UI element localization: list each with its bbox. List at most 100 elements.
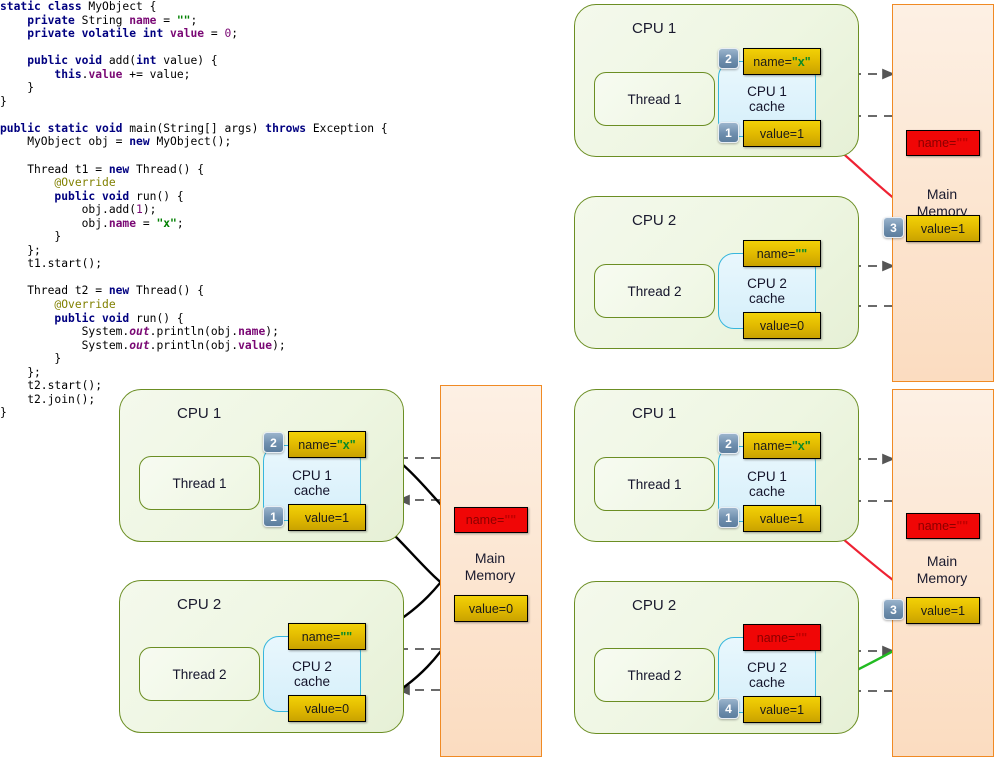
code-token: t2.start();: [0, 379, 103, 393]
diagram-top-right: CPU 1 Thread 1 CPU 1 cache name= "x" 2 va…: [570, 0, 1003, 382]
code-token: value: [170, 27, 205, 41]
memory-value-value: value=0: [454, 595, 528, 622]
cpu-label-2: CPU 2: [632, 597, 677, 614]
cache-label-line1: CPU 1: [292, 467, 332, 483]
code-line: }: [0, 352, 440, 366]
cache-label-line1: CPU 1: [747, 83, 787, 99]
code-token: main(String[] args): [129, 121, 266, 135]
code-line: private volatile int value = 0;: [0, 27, 440, 41]
step-badge-3: 3: [883, 599, 904, 620]
code-token: public void: [54, 189, 137, 203]
code-token: }: [0, 81, 35, 95]
cpu-label-1: CPU 1: [632, 405, 677, 422]
code-token: Thread t2 =: [0, 284, 109, 298]
memory-value-name: name= "": [906, 513, 980, 539]
cpu-label-1: CPU 1: [632, 20, 677, 37]
step-badge-2: 2: [718, 48, 739, 69]
code-token: += value;: [122, 67, 191, 81]
code-token: 1: [136, 203, 143, 217]
code-token: }: [0, 406, 7, 420]
code-token: public void: [54, 311, 137, 325]
cache-value-name-1: name= "x": [288, 431, 366, 458]
step-badge-1: 1: [718, 507, 739, 528]
code-token: @Override: [54, 298, 116, 312]
thread-box-2: Thread 2: [139, 647, 260, 701]
code-line: }: [0, 230, 440, 244]
code-line: };: [0, 244, 440, 258]
cache-label-line2: cache: [748, 484, 786, 499]
code-line: t1.start();: [0, 257, 440, 271]
code-token: }: [0, 94, 7, 108]
code-line: MyObject obj = new MyObject();: [0, 135, 440, 149]
code-token: name: [108, 216, 137, 230]
code-token: );: [142, 203, 157, 217]
code-token: value) {: [163, 54, 218, 68]
memory-value-value: value=1: [906, 215, 980, 242]
java-code-block: static class MyObject { private String n…: [0, 0, 440, 440]
code-line: System.out.println(obj.value);: [0, 339, 440, 353]
code-token: out: [129, 325, 150, 339]
code-line: @Override: [0, 298, 440, 312]
step-badge-4: 4: [718, 698, 739, 719]
cpu-label-1: CPU 1: [177, 405, 222, 422]
diagram-bottom-right: CPU 1 Thread 1 CPU 1 cache name= "x" 2 va…: [570, 385, 1003, 757]
code-token: Thread() {: [136, 284, 205, 298]
code-token: ;: [190, 13, 198, 27]
cache-value-value-2: value=0: [743, 312, 821, 339]
code-line: Thread t2 = new Thread() {: [0, 284, 440, 298]
code-token: );: [272, 338, 286, 352]
cache-label-line2: cache: [748, 291, 786, 306]
cache-value-name-2: name= "": [288, 623, 366, 650]
code-token: MyObject obj =: [0, 135, 130, 149]
cache-label-line1: CPU 2: [292, 658, 332, 674]
cache-value-value-1: value=1: [288, 504, 366, 531]
code-line: public static void main(String[] args) t…: [0, 122, 440, 136]
code-token: private volatile int: [27, 27, 171, 41]
code-line: this.value += value;: [0, 68, 440, 82]
main-memory-title: Main Memory: [464, 550, 516, 583]
cache-value-name-2: name= "": [743, 624, 821, 651]
code-token: obj.add(: [0, 203, 137, 217]
code-token: int: [136, 54, 164, 68]
step-badge-2: 2: [263, 432, 284, 453]
code-token: public static void: [0, 121, 130, 135]
code-token: Exception {: [312, 121, 388, 135]
code-token: new: [108, 162, 137, 176]
code-line: static class MyObject {: [0, 0, 440, 14]
code-token: MyObject {: [88, 0, 157, 13]
memory-value-name: name= "": [454, 507, 528, 533]
thread-box-2: Thread 2: [594, 264, 715, 318]
code-token: private: [27, 13, 82, 27]
code-token: new: [108, 284, 137, 298]
thread-box-1: Thread 1: [139, 456, 260, 510]
code-token: @Override: [54, 176, 116, 190]
code-token: Thread() {: [136, 162, 205, 176]
cpu-label-2: CPU 2: [177, 596, 222, 613]
code-token: throws: [265, 121, 313, 135]
cache-value-name-1: name= "x": [743, 432, 821, 459]
thread-box-1: Thread 1: [594, 72, 715, 126]
cache-label-line1: CPU 2: [747, 659, 787, 675]
code-token: static: [0, 0, 48, 13]
code-line: public void add(int value) {: [0, 54, 440, 68]
code-token: };: [0, 365, 41, 379]
code-line: obj.add(1);: [0, 203, 440, 217]
cache-label-line2: cache: [748, 99, 786, 114]
code-token: this: [54, 67, 82, 81]
code-token: name: [238, 325, 266, 339]
code-token: MyObject();: [156, 135, 232, 149]
cache-label-line2: cache: [293, 674, 331, 689]
code-token: }: [0, 352, 62, 366]
code-line: }: [0, 95, 440, 109]
code-token: run() {: [136, 189, 184, 203]
code-token: "x": [156, 216, 177, 230]
